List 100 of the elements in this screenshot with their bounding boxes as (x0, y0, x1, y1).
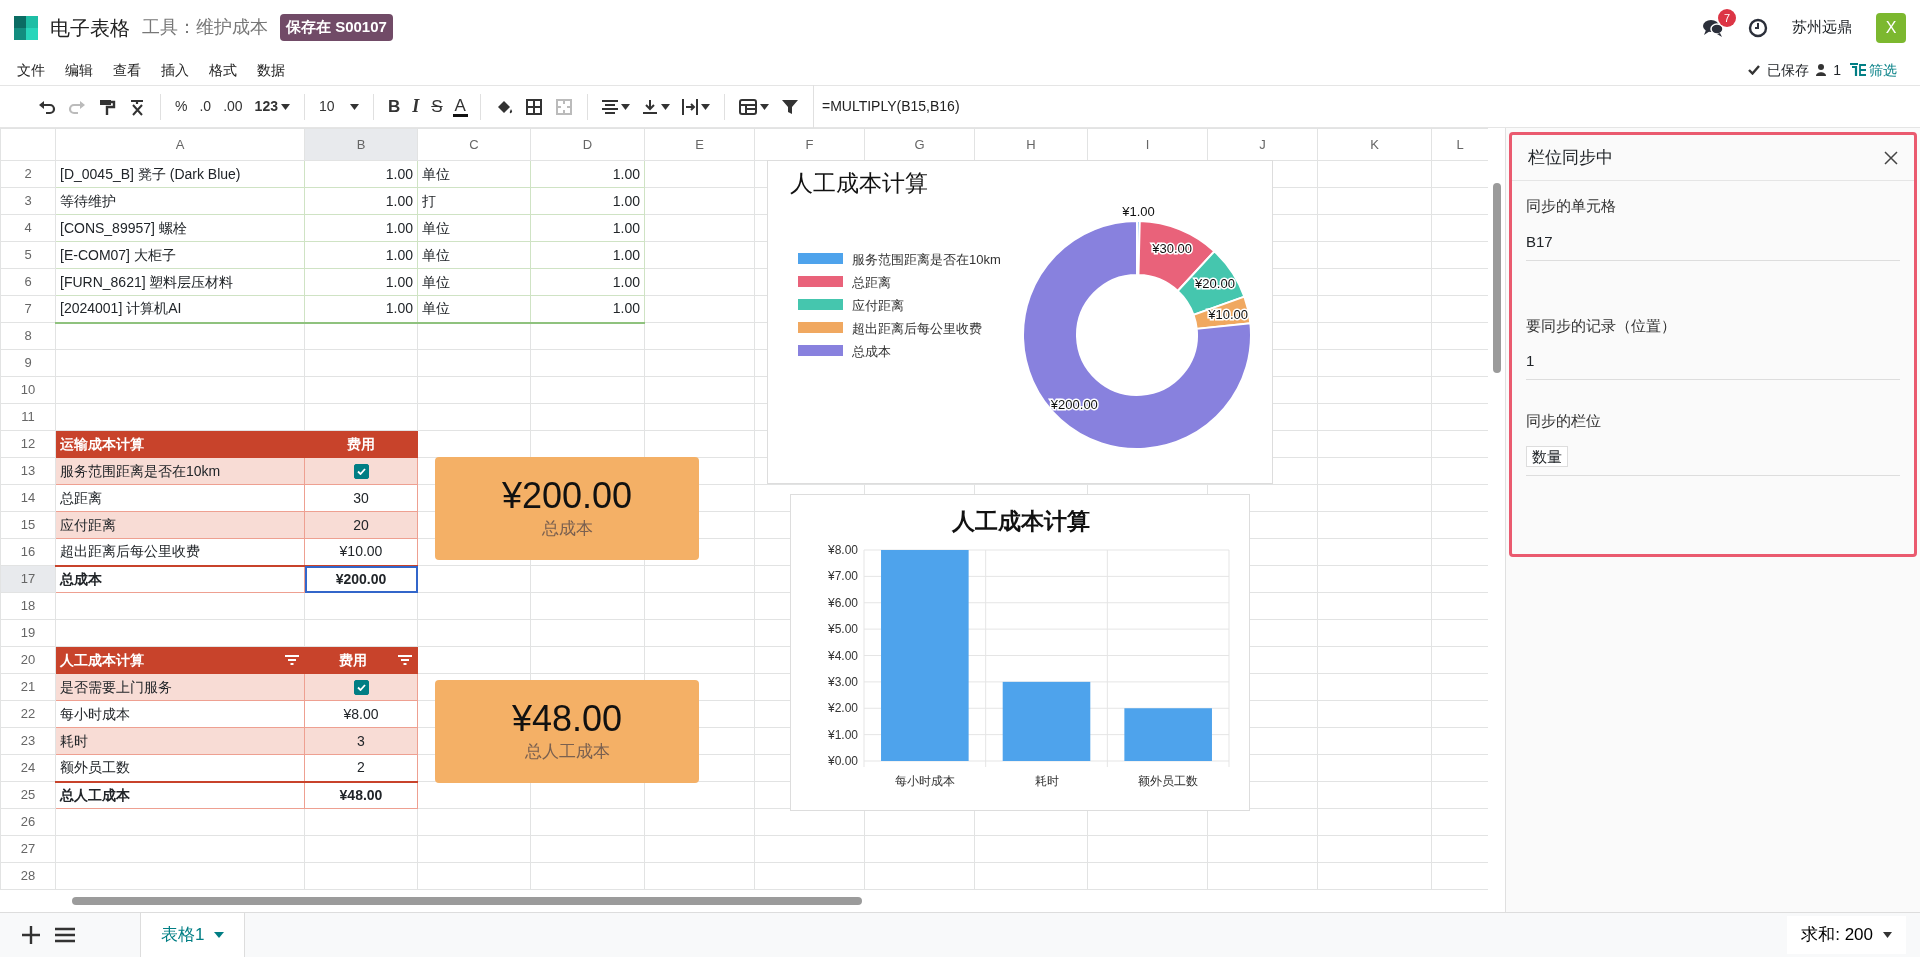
menu-icon[interactable] (55, 927, 75, 943)
column-header[interactable]: F (754, 128, 865, 161)
table-cell[interactable] (304, 457, 418, 485)
row-number[interactable]: 23 (0, 727, 56, 755)
filter-icon[interactable] (397, 654, 413, 666)
vertical-scrollbar[interactable] (1493, 183, 1501, 373)
bold-button[interactable]: B (385, 93, 403, 120)
table-cell[interactable]: 超出距离后每公里收费 (55, 538, 305, 566)
field-value[interactable]: B17 (1526, 224, 1900, 261)
menu-item[interactable]: 文件 (7, 57, 55, 83)
table-cell[interactable]: 1.00 (304, 295, 418, 323)
table-cell[interactable]: ¥48.00 (304, 781, 418, 809)
table-cell[interactable]: 耗时 (55, 727, 305, 755)
row-number[interactable]: 18 (0, 592, 56, 620)
row-number[interactable]: 10 (0, 376, 56, 404)
menu-item[interactable]: 查看 (103, 57, 151, 83)
column-header[interactable]: C (417, 128, 531, 161)
table-cell[interactable]: 1.00 (304, 268, 418, 296)
column-header[interactable]: B (304, 128, 418, 161)
table-cell[interactable]: 单位 (417, 295, 531, 323)
row-number[interactable]: 26 (0, 808, 56, 836)
table-cell[interactable]: 等待维护 (55, 187, 305, 215)
column-header[interactable]: A (55, 128, 305, 161)
sheet-tab[interactable]: 表格1 (140, 913, 246, 957)
table-cell[interactable]: 3 (304, 727, 418, 755)
row-number[interactable]: 15 (0, 511, 56, 539)
number-format-button[interactable]: .0 (197, 96, 214, 117)
row-number[interactable]: 5 (0, 241, 56, 269)
horizontal-align-button[interactable] (599, 99, 632, 114)
row-number[interactable]: 7 (0, 295, 56, 323)
table-cell[interactable]: [E-COM07] 大柜子 (55, 241, 305, 269)
font-size-dropdown[interactable]: 10 (316, 96, 361, 117)
table-cell[interactable]: 1.00 (530, 295, 645, 323)
row-number[interactable]: 28 (0, 862, 56, 890)
table-cell[interactable]: 每小时成本 (55, 700, 305, 728)
column-header[interactable]: G (864, 128, 975, 161)
table-cell[interactable]: 单位 (417, 241, 531, 269)
table-cell[interactable]: [CONS_89957] 螺栓 (55, 214, 305, 242)
column-header[interactable]: L (1431, 128, 1488, 161)
checkbox[interactable] (353, 680, 369, 696)
table-cell[interactable]: 20 (304, 511, 418, 539)
table-cell[interactable]: 单位 (417, 160, 531, 188)
menu-item[interactable]: 数据 (247, 57, 295, 83)
row-number[interactable]: 25 (0, 781, 56, 809)
table-cell[interactable]: 2 (304, 754, 418, 782)
horizontal-scrollbar[interactable] (72, 897, 862, 905)
table-cell[interactable]: 1.00 (304, 241, 418, 269)
column-header[interactable]: D (530, 128, 645, 161)
row-number[interactable]: 2 (0, 160, 56, 188)
strikethrough-button[interactable]: S (429, 93, 445, 120)
clock-icon[interactable] (1748, 17, 1768, 38)
row-number[interactable]: 21 (0, 673, 56, 701)
breadcrumb[interactable]: 工具：维护成本 (142, 14, 268, 41)
row-number[interactable]: 27 (0, 835, 56, 863)
close-button[interactable] (1884, 150, 1898, 165)
row-number[interactable]: 11 (0, 403, 56, 431)
table-cell[interactable]: ¥8.00 (304, 700, 418, 728)
column-header[interactable]: E (644, 128, 755, 161)
field-value[interactable]: 1 (1526, 344, 1900, 380)
table-cell[interactable]: 单位 (417, 214, 531, 242)
row-number[interactable]: 6 (0, 268, 56, 296)
chat-icon[interactable] (1702, 17, 1724, 38)
table-cell[interactable]: 1.00 (304, 214, 418, 242)
italic-button[interactable]: I (410, 93, 422, 120)
table-style-button[interactable] (736, 98, 771, 115)
row-number[interactable]: 13 (0, 457, 56, 485)
table-cell[interactable]: 1.00 (530, 214, 645, 242)
add-icon[interactable] (21, 925, 41, 945)
table-cell[interactable]: 服务范围距离是否在10km (55, 457, 305, 485)
filter-button[interactable]: 筛选 (1848, 59, 1899, 81)
row-number[interactable]: 12 (0, 430, 56, 458)
row-number[interactable]: 22 (0, 700, 56, 728)
number-format-button[interactable]: % (173, 96, 190, 117)
table-cell[interactable]: 应付距离 (55, 511, 305, 539)
row-number[interactable]: 17 (0, 565, 56, 593)
column-header[interactable]: K (1317, 128, 1432, 161)
table-cell[interactable]: 30 (304, 484, 418, 512)
table-cell[interactable]: 1.00 (304, 187, 418, 215)
column-header[interactable]: J (1207, 128, 1318, 161)
row-number[interactable]: 3 (0, 187, 56, 215)
row-number[interactable]: 20 (0, 646, 56, 674)
table-cell[interactable]: 1.00 (530, 268, 645, 296)
number-format-button[interactable]: .00 (221, 96, 245, 117)
table-cell[interactable]: [FURN_8621] 塑料层压材料 (55, 268, 305, 296)
menu-item[interactable]: 编辑 (55, 57, 103, 83)
table-cell[interactable]: 总成本 (55, 565, 305, 593)
row-number[interactable]: 19 (0, 619, 56, 647)
selected-cell[interactable]: ¥200.00 (304, 565, 418, 593)
table-cell[interactable]: 1.00 (530, 187, 645, 215)
table-cell[interactable] (304, 673, 418, 701)
row-number[interactable]: 9 (0, 349, 56, 377)
table-cell[interactable]: [2024001] 计算机AI (55, 295, 305, 323)
table-cell[interactable]: 1.00 (530, 160, 645, 188)
menu-item[interactable]: 插入 (151, 57, 199, 83)
table-cell[interactable]: 额外员工数 (55, 754, 305, 782)
field-value[interactable]: 数量 (1526, 439, 1900, 476)
table-cell[interactable]: [D_0045_B] 凳子 (Dark Blue) (55, 160, 305, 188)
checkbox[interactable] (353, 464, 369, 480)
table-cell[interactable]: ¥10.00 (304, 538, 418, 566)
filter-icon[interactable] (284, 654, 300, 666)
